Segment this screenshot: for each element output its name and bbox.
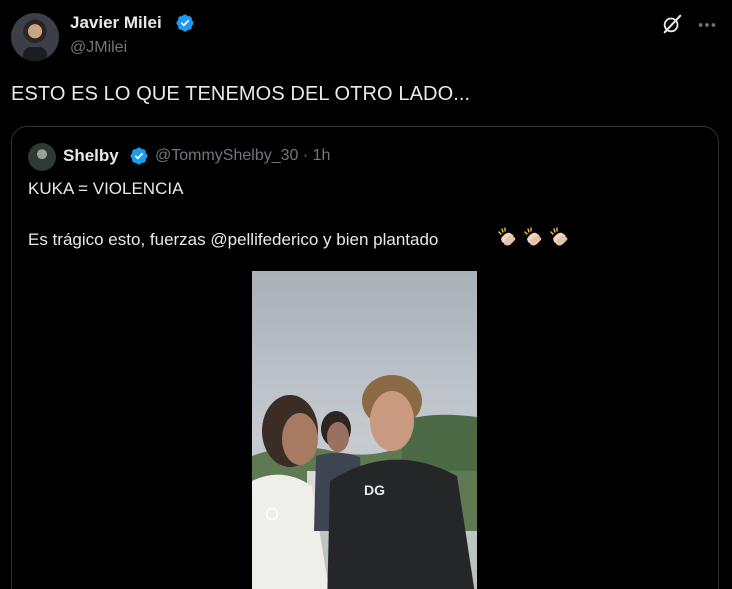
quoted-video-thumbnail[interactable]: DG xyxy=(252,271,477,589)
clapping-hands-emoji-group xyxy=(496,226,576,252)
verified-badge-icon xyxy=(130,147,148,165)
clapping-hands-icon xyxy=(524,227,542,246)
quoted-text-line1: KUKA = VIOLENCIA xyxy=(28,179,184,198)
author-handle[interactable]: @JMilei xyxy=(70,39,127,57)
author-display-name[interactable]: Javier Milei xyxy=(70,13,162,33)
tweet-text: ESTO ES LO QUE TENEMOS DEL OTRO LADO... xyxy=(11,83,471,105)
quoted-tweet-card[interactable]: Shelby @TommyShelby_30 · 1h KUKA = VIOLE… xyxy=(11,126,719,589)
clapping-hands-icon xyxy=(498,227,516,246)
video-shirt-text: DG xyxy=(364,482,385,498)
author-avatar[interactable] xyxy=(11,13,59,61)
clapping-hands-icon xyxy=(550,227,568,246)
quoted-author-handle-time: @TommyShelby_30 · 1h xyxy=(155,147,331,164)
quoted-author-display-name: Shelby xyxy=(63,146,119,165)
verified-badge-icon xyxy=(176,14,194,32)
quoted-author-avatar xyxy=(28,143,56,171)
grok-icon[interactable] xyxy=(661,13,683,35)
quoted-text-line2: Es trágico esto, fuerzas @pellifederico … xyxy=(28,230,439,249)
more-icon[interactable] xyxy=(696,14,718,36)
